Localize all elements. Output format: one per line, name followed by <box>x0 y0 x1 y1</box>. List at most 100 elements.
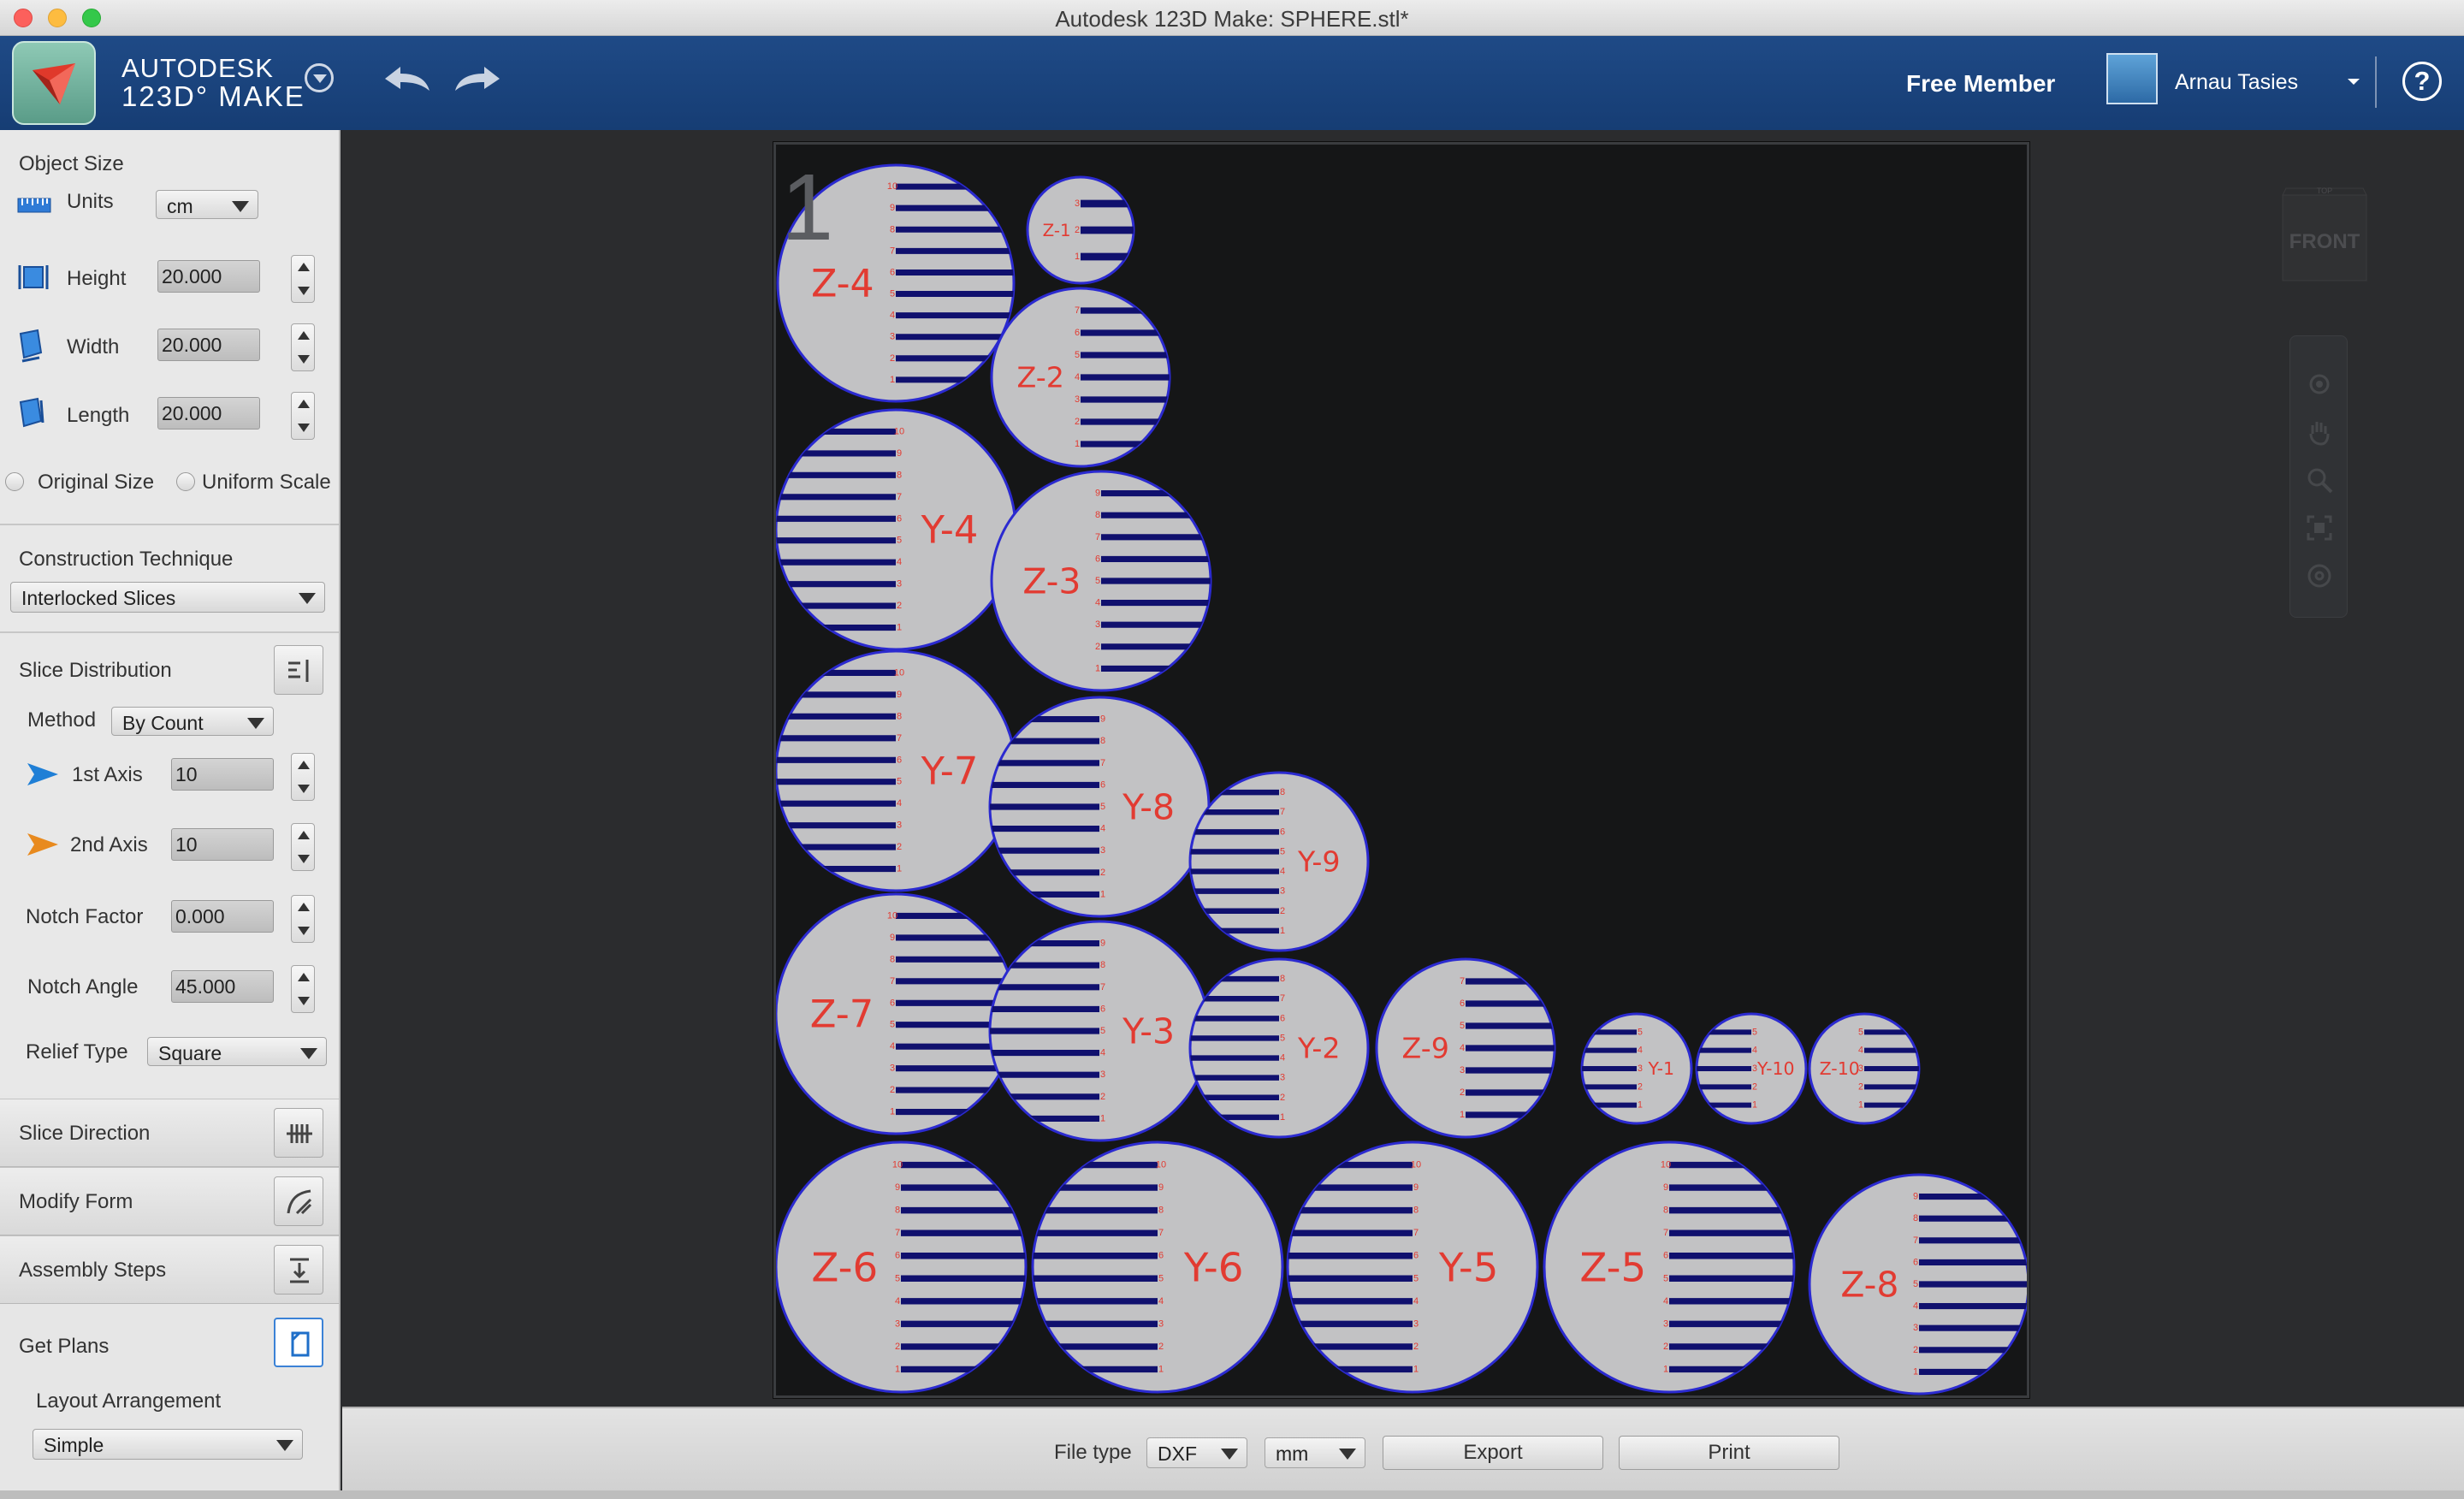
avatar[interactable] <box>2106 53 2158 104</box>
original-size-radio[interactable] <box>5 472 24 491</box>
slice-z-6[interactable]: 10 9 8 7 6 5 4 3 2 1 Z-6 <box>774 1141 1028 1394</box>
relief-type-value: Square <box>158 1042 222 1064</box>
slice-y-6[interactable]: 10 9 8 7 6 5 4 3 2 1 Y-6 <box>1031 1141 1284 1394</box>
notch-angle-stepper[interactable] <box>291 965 315 1013</box>
cutting-sheet[interactable]: 1 10 9 8 7 6 5 4 3 2 1 Z-4 3 2 1 Z-1 7 6 5 4 3 2 1 Z-2 10 9 8 7 6 5 4… <box>773 142 2030 1398</box>
method-value: By Count <box>122 712 204 734</box>
height-field[interactable] <box>157 260 260 293</box>
fit-view-icon[interactable] <box>2306 514 2333 542</box>
undo-icon[interactable] <box>382 62 433 96</box>
layout-arrangement-value: Simple <box>44 1434 104 1456</box>
construction-section: Construction Technique Interlocked Slice… <box>0 525 339 631</box>
width-field[interactable] <box>157 329 260 361</box>
slice-y-4[interactable]: 10 9 8 7 6 5 4 3 2 1 Y-4 <box>774 408 1017 651</box>
slice-direction-section[interactable]: Slice Direction <box>0 1099 339 1167</box>
slice-z-1[interactable]: 3 2 1 Z-1 <box>1026 175 1135 285</box>
notch-number: 6 <box>1280 827 1285 837</box>
width-stepper[interactable] <box>291 323 315 371</box>
second-axis-stepper[interactable] <box>291 823 315 871</box>
slice-y-3[interactable]: 9 8 7 6 5 4 3 2 1 Y-3 <box>988 920 1211 1142</box>
notch-number: 7 <box>1100 758 1105 768</box>
assembly-steps-button[interactable] <box>274 1245 323 1295</box>
slice-z-3[interactable]: 9 8 7 6 5 4 3 2 1 Z-3 <box>990 470 1212 692</box>
zoom-icon[interactable] <box>2306 466 2333 494</box>
window-bottom-edge <box>0 1490 2464 1499</box>
header-divider <box>2375 56 2377 108</box>
length-field[interactable] <box>157 397 260 430</box>
modify-form-button[interactable] <box>274 1176 323 1226</box>
relief-type-select[interactable]: Square <box>147 1037 327 1066</box>
slice-y-8[interactable]: 9 8 7 6 5 4 3 2 1 Y-8 <box>988 696 1211 918</box>
uniform-scale-radio[interactable] <box>176 472 195 491</box>
second-axis-field[interactable] <box>171 828 274 861</box>
notch-number: 10 <box>1156 1160 1166 1170</box>
slice-label: Z-8 <box>1840 1264 1898 1305</box>
print-button[interactable]: Print <box>1619 1436 1839 1470</box>
slice-z-9[interactable]: 7 6 5 4 3 2 1 Z-9 <box>1375 957 1556 1139</box>
notch-angle-field[interactable] <box>171 970 274 1003</box>
slice-label: Y-7 <box>921 749 979 794</box>
slice-direction-label: Slice Direction <box>19 1122 151 1145</box>
user-name[interactable]: Arnau Tasies <box>2175 70 2298 95</box>
notch-number: 2 <box>897 601 902 611</box>
app-logo[interactable] <box>12 41 96 125</box>
help-button[interactable]: ? <box>2402 62 2442 101</box>
modify-form-section[interactable]: Modify Form <box>0 1167 339 1235</box>
app-menu-chevron-icon[interactable] <box>305 63 334 92</box>
length-stepper[interactable] <box>291 392 315 440</box>
slice-z-5[interactable]: 10 9 8 7 6 5 4 3 2 1 Z-5 <box>1543 1141 1796 1394</box>
notch-number: 6 <box>1095 554 1100 564</box>
notch-number: 10 <box>887 910 897 921</box>
slice-label: Y-8 <box>1122 786 1175 827</box>
method-select[interactable]: By Count <box>111 707 274 736</box>
orbit-icon[interactable] <box>2306 370 2333 398</box>
get-plans-button[interactable] <box>274 1318 323 1367</box>
notch-factor-stepper[interactable] <box>291 895 315 943</box>
ruler-icon <box>17 198 51 213</box>
first-axis-field[interactable] <box>171 758 274 791</box>
slice-y-10[interactable]: 54321Y-10 <box>1695 1012 1808 1125</box>
slice-z-7[interactable]: 10 9 8 7 6 5 4 3 2 1 Z-7 <box>774 892 1017 1135</box>
notch-number: 5 <box>1638 1027 1643 1037</box>
export-button[interactable]: Export <box>1383 1436 1603 1470</box>
slice-direction-button[interactable] <box>274 1108 323 1158</box>
notch-number: 2 <box>897 842 902 852</box>
notch-number: 10 <box>894 667 904 678</box>
notch-number: 3 <box>890 332 895 342</box>
height-stepper[interactable] <box>291 255 315 303</box>
view-cube[interactable]: TOP FRONT <box>2277 171 2372 282</box>
units-select[interactable]: cm <box>156 190 258 219</box>
assembly-steps-section[interactable]: Assembly Steps <box>0 1235 339 1304</box>
slice-z-2[interactable]: 7 6 5 4 3 2 1 Z-2 <box>990 287 1171 468</box>
layout-arrangement-select[interactable]: Simple <box>33 1429 303 1460</box>
notch-number: 3 <box>1100 845 1105 856</box>
slice-y-2[interactable]: 8 7 6 5 4 3 2 1 Y-2 <box>1188 957 1370 1139</box>
slice-y-9[interactable]: 8 7 6 5 4 3 2 1 Y-9 <box>1188 771 1370 952</box>
construction-technique-select[interactable]: Interlocked Slices <box>10 582 325 613</box>
slice-z-10[interactable]: 54321Z-10 <box>1808 1012 1921 1125</box>
notch-number: 5 <box>890 1020 895 1030</box>
notch-number: 1 <box>1075 439 1080 449</box>
file-type-select[interactable]: DXF <box>1146 1437 1247 1468</box>
workspace-canvas[interactable]: 1 10 9 8 7 6 5 4 3 2 1 Z-4 3 2 1 Z-1 7 6 5 4 3 2 1 Z-2 10 9 8 7 6 5 4… <box>342 130 2464 1407</box>
notch-number: 1 <box>1460 1110 1465 1120</box>
settings-wheel-icon[interactable] <box>2306 562 2333 590</box>
notch-number: 7 <box>1663 1228 1668 1238</box>
pan-hand-icon[interactable] <box>2306 418 2333 446</box>
slice-distribution-button[interactable] <box>274 645 323 695</box>
slice-y-7[interactable]: 10 9 8 7 6 5 4 3 2 1 Y-7 <box>774 649 1017 892</box>
slice-y-5[interactable]: 10 9 8 7 6 5 4 3 2 1 Y-5 <box>1286 1141 1539 1394</box>
notch-factor-field[interactable] <box>171 900 274 933</box>
chevron-down-icon[interactable] <box>2346 74 2361 89</box>
slice-z-8[interactable]: 9 8 7 6 5 4 3 2 1 Z-8 <box>1808 1173 2030 1395</box>
slice-y-1[interactable]: 5 4 3 2 1 Y-1 <box>1580 1012 1693 1125</box>
export-units-select[interactable]: mm <box>1265 1437 1365 1468</box>
viewcube-top-label: TOP <box>2317 187 2332 195</box>
slice-label: Z-5 <box>1579 1245 1646 1291</box>
notch-number: 7 <box>1095 532 1100 542</box>
redo-icon[interactable] <box>452 62 503 96</box>
first-axis-stepper[interactable] <box>291 753 315 801</box>
method-label: Method <box>27 708 97 732</box>
notch-number: 1 <box>1280 926 1285 936</box>
member-status: Free Member <box>1906 70 2056 97</box>
